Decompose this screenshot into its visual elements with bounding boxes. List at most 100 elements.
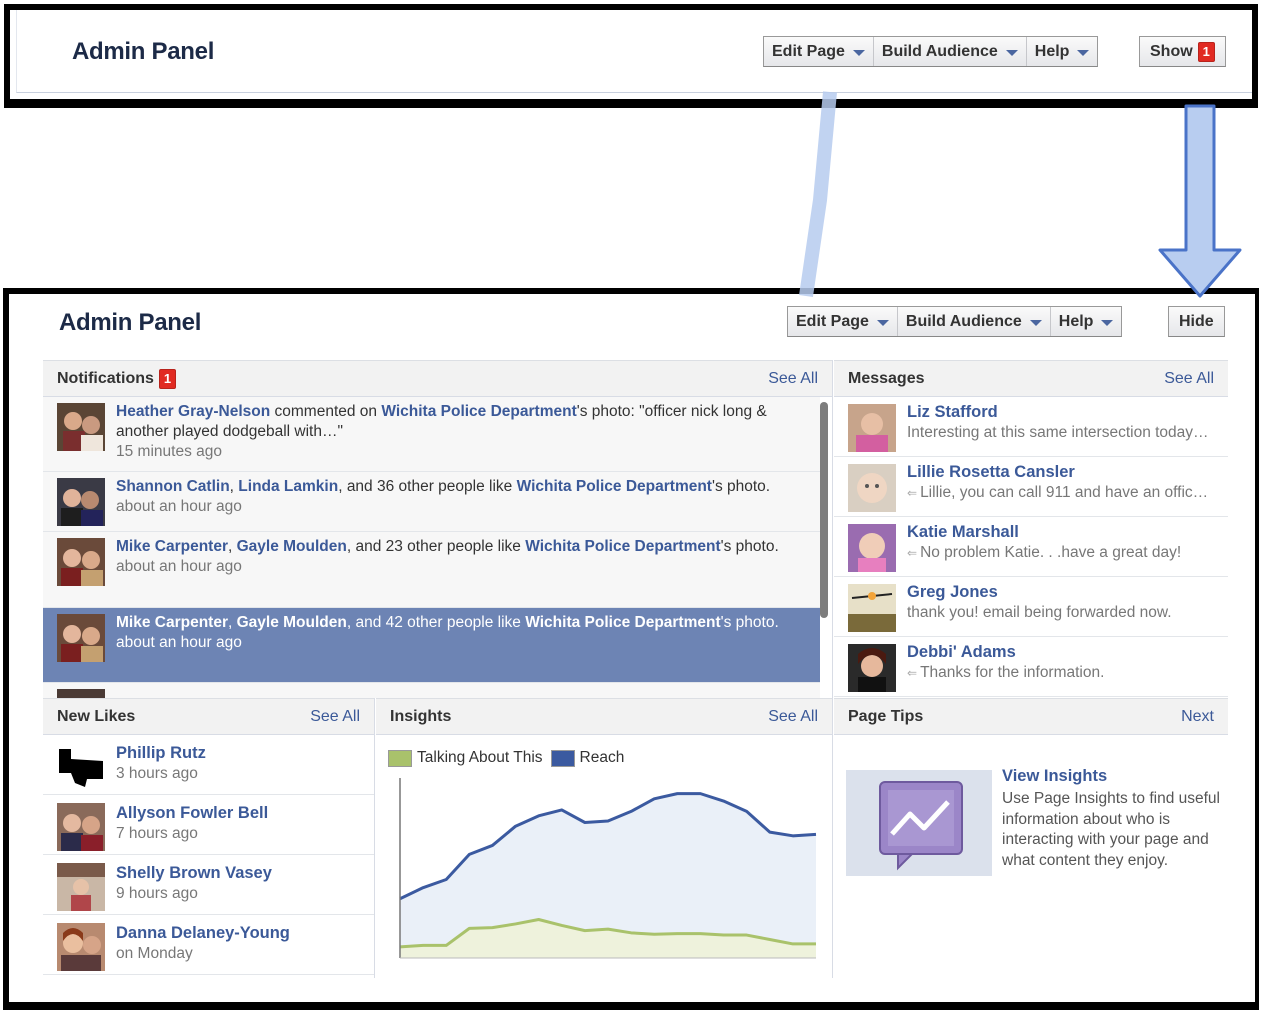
insights-tip-icon[interactable] <box>846 770 992 876</box>
insights-see-all-link[interactable]: See All <box>768 708 818 726</box>
notifications-scrollbar[interactable] <box>820 402 828 618</box>
notifications-count-badge: 1 <box>158 368 177 389</box>
notification-text: , and 23 other people like <box>346 538 526 555</box>
insights-heading: Insights <box>390 707 452 725</box>
build-audience-menu[interactable]: Build Audience <box>874 37 1027 66</box>
notification-text: 's photo. <box>720 614 779 631</box>
notification-actor-link[interactable]: Heather Gray-Nelson <box>116 403 270 420</box>
like-time: on Monday <box>116 945 193 962</box>
page-tips-next-link[interactable]: Next <box>1181 708 1214 726</box>
build-audience-label: Build Audience <box>905 312 1022 330</box>
like-item[interactable]: Danna Delaney-Young on Monday <box>43 915 374 975</box>
message-sender[interactable]: Lillie Rosetta Cansler <box>907 462 1220 483</box>
avatar <box>848 644 896 692</box>
message-item[interactable]: Greg Jones thank you! email being forwar… <box>834 577 1228 637</box>
chevron-down-icon <box>1005 50 1018 56</box>
message-item[interactable]: Lillie Rosetta Cansler ⇐ Lillie, you can … <box>834 457 1228 517</box>
like-item[interactable]: Phillip Rutz 3 hours ago <box>43 735 374 795</box>
edit-page-menu[interactable]: Edit Page <box>788 307 898 336</box>
notification-item-selected[interactable]: Mike Carpenter, Gayle Moulden, and 42 ot… <box>43 608 820 683</box>
help-menu[interactable]: Help <box>1027 37 1098 66</box>
notification-actor-link[interactable]: Linda Lamkin <box>238 478 338 495</box>
messages-header: Messages See All <box>834 360 1228 397</box>
messages-see-all-link[interactable]: See All <box>1164 370 1214 388</box>
chart-legend: Talking About This Reach <box>388 749 632 767</box>
notification-text: , and 36 other people like <box>338 478 517 495</box>
notification-text: , and 42 other people like <box>346 614 526 631</box>
notification-time: about an hour ago <box>116 634 242 651</box>
avatar <box>57 538 105 586</box>
avatar <box>57 403 105 451</box>
notification-text: , <box>227 538 237 555</box>
collapsed-admin-panel-bar: Admin Panel Edit Page Build Audience Hel… <box>16 10 1252 93</box>
tip-title-link[interactable]: View Insights <box>1002 767 1107 786</box>
message-sender[interactable]: Greg Jones <box>907 582 1220 603</box>
reply-arrow-icon: ⇐ <box>907 546 918 560</box>
chevron-down-icon <box>1101 320 1114 326</box>
like-time: 9 hours ago <box>116 885 198 902</box>
insights-header: Insights See All <box>376 698 832 735</box>
notification-item[interactable]: Heather Gray-Nelson commented on Wichita… <box>43 397 820 472</box>
avatar <box>57 478 105 526</box>
page-title: Admin Panel <box>72 38 215 65</box>
legend-swatch-talking-about-this <box>388 749 412 767</box>
message-item[interactable]: Debbi' Adams ⇐ Thanks for the information… <box>834 637 1228 697</box>
message-snippet: thank you! email being forwarded now. <box>907 604 1172 621</box>
admin-menu-group: Edit Page Build Audience Help <box>763 36 1099 67</box>
tip-body: Use Page Insights to find useful informa… <box>1002 790 1220 869</box>
help-menu[interactable]: Help <box>1051 307 1122 336</box>
avatar <box>57 863 105 911</box>
page-tips-heading: Page Tips <box>848 707 924 725</box>
edit-page-label: Edit Page <box>772 42 845 60</box>
notification-actor-link[interactable]: Mike Carpenter <box>116 538 228 555</box>
notification-page-link[interactable]: Wichita Police Department <box>517 478 712 495</box>
notification-item[interactable]: Shannon Catlin, Linda Lamkin, and 36 oth… <box>43 472 820 532</box>
notification-actor-link[interactable]: Gayle Moulden <box>237 538 347 555</box>
message-snippet: Thanks for the information. <box>920 664 1105 681</box>
notification-time: about an hour ago <box>116 498 242 515</box>
message-item[interactable]: Katie Marshall ⇐ No problem Katie. . .hav… <box>834 517 1228 577</box>
edit-page-label: Edit Page <box>796 312 869 330</box>
legend-label-reach: Reach <box>579 749 625 766</box>
messages-heading: Messages <box>848 369 925 387</box>
notification-time: 15 minutes ago <box>116 443 222 460</box>
liker-name[interactable]: Allyson Fowler Bell <box>116 803 368 824</box>
liker-name[interactable]: Shelly Brown Vasey <box>116 863 368 884</box>
legend-label-talking-about-this: Talking About This <box>417 749 543 766</box>
notification-page-link[interactable]: Wichita Police Department <box>381 403 576 420</box>
notification-item-partial[interactable] <box>43 683 820 698</box>
message-item[interactable]: Liz Stafford Interesting at this same in… <box>834 397 1228 457</box>
notifications-see-all-link[interactable]: See All <box>768 370 818 388</box>
notification-page-link[interactable]: Wichita Police Department <box>525 538 720 555</box>
new-likes-see-all-link[interactable]: See All <box>310 708 360 726</box>
hide-button[interactable]: Hide <box>1168 306 1225 337</box>
like-time: 3 hours ago <box>116 765 198 782</box>
build-audience-menu[interactable]: Build Audience <box>898 307 1051 336</box>
notification-count-badge: 1 <box>1197 41 1215 62</box>
chevron-down-icon <box>1077 50 1090 56</box>
notification-actor-link[interactable]: Shannon Catlin <box>116 478 230 495</box>
notification-actor-link[interactable]: Mike Carpenter <box>116 614 228 631</box>
edit-page-menu[interactable]: Edit Page <box>764 37 874 66</box>
show-button[interactable]: Show 1 <box>1139 36 1226 67</box>
new-likes-header: New Likes See All <box>43 698 374 735</box>
like-item[interactable]: Shelly Brown Vasey 9 hours ago <box>43 855 374 915</box>
avatar <box>848 524 896 572</box>
avatar <box>848 464 896 512</box>
hide-label: Hide <box>1179 312 1214 330</box>
avatar <box>848 404 896 452</box>
notification-actor-link[interactable]: Gayle Moulden <box>237 614 347 631</box>
liker-name[interactable]: Phillip Rutz <box>116 743 368 764</box>
like-time: 7 hours ago <box>116 825 198 842</box>
message-sender[interactable]: Katie Marshall <box>907 522 1220 543</box>
expanded-admin-panel: Admin Panel Edit Page Build Audience Hel… <box>3 288 1259 1010</box>
like-item[interactable]: Allyson Fowler Bell 7 hours ago <box>43 795 374 855</box>
notification-item[interactable]: Mike Carpenter, Gayle Moulden, and 23 ot… <box>43 532 820 608</box>
liker-name[interactable]: Danna Delaney-Young <box>116 923 368 944</box>
notification-page-link[interactable]: Wichita Police Department <box>525 614 720 631</box>
message-sender[interactable]: Liz Stafford <box>907 402 1220 423</box>
avatar <box>57 614 105 662</box>
page-tips-section: Page Tips Next View Insights Use Page In… <box>834 698 1228 978</box>
avatar <box>848 584 896 632</box>
message-sender[interactable]: Debbi' Adams <box>907 642 1220 663</box>
